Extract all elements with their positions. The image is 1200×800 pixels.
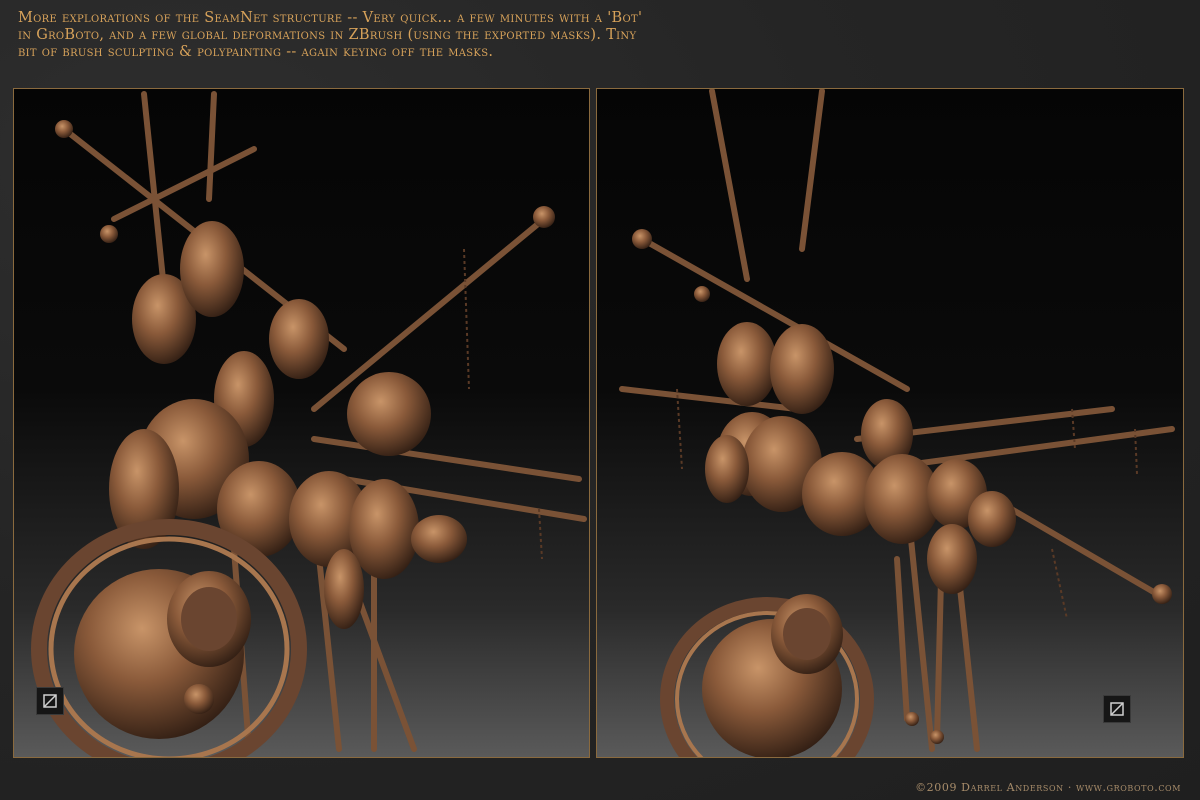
zbrush-logo-icon [1103, 695, 1131, 723]
zbrush-logo-icon [36, 687, 64, 715]
copyright-footer: ©2009 Darrel Anderson · www.groboto.com [915, 781, 1181, 794]
left-render-panel [13, 88, 590, 758]
left-sculpture-image [31, 91, 587, 757]
right-sculpture-image [619, 89, 1175, 757]
right-render-panel [596, 88, 1184, 758]
description-caption: More explorations of the SeamNet structu… [18, 10, 643, 60]
